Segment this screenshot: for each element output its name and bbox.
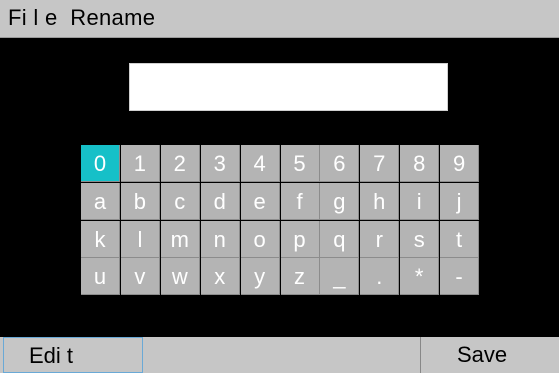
key-k[interactable]: k (81, 220, 120, 258)
edit-button-label: Edi t (29, 343, 74, 368)
key-x[interactable]: x (200, 258, 240, 296)
key-b[interactable]: b (120, 182, 160, 220)
key-o[interactable]: o (240, 220, 280, 258)
key-g[interactable]: g (320, 182, 360, 220)
key-y[interactable]: y (240, 258, 280, 296)
key-asterisk[interactable]: * (400, 258, 440, 296)
key-r[interactable]: r (360, 220, 400, 258)
key-s[interactable]: s (400, 220, 440, 258)
key-1[interactable]: 1 (120, 145, 160, 182)
key-d[interactable]: d (200, 182, 240, 220)
key-9[interactable]: 9 (440, 145, 480, 182)
key-a[interactable]: a (81, 182, 120, 220)
key-z[interactable]: z (280, 258, 320, 296)
key-c[interactable]: c (160, 182, 200, 220)
key-p[interactable]: p (280, 220, 320, 258)
key-n[interactable]: n (200, 220, 240, 258)
key-l[interactable]: l (120, 220, 160, 258)
edit-button[interactable]: Edi t (3, 337, 143, 373)
file-rename-screen: Fi l e Rename 0123456789 abcdefghij klmnop… (0, 0, 559, 373)
key-v[interactable]: v (120, 258, 160, 296)
key-m[interactable]: m (160, 220, 200, 258)
key-t[interactable]: t (440, 220, 480, 258)
key-w[interactable]: w (160, 258, 200, 296)
key-h[interactable]: h (360, 182, 400, 220)
title-bar: Fi l e Rename (0, 0, 559, 38)
on-screen-keyboard: 0 1 2 3 4 5 6 7 8 9 a b c d e f g h i j k l m n o p q r s t u v w x y z _. * - (81, 145, 480, 296)
key-3[interactable]: 3 (200, 145, 240, 182)
key-dash[interactable]: - (440, 258, 480, 296)
key-2[interactable]: 2 (160, 145, 200, 182)
key-7[interactable]: 7 (360, 145, 400, 182)
key-i[interactable]: i (400, 182, 440, 220)
key-0[interactable]: 0 (81, 145, 120, 182)
key-underscore[interactable]: _ (320, 258, 360, 296)
page-title: Fi l e Rename (8, 5, 156, 30)
key-u[interactable]: u (81, 258, 120, 296)
softkey-bar: Edi t Save (0, 337, 559, 373)
key-e[interactable]: e (240, 182, 280, 220)
key-j[interactable]: j (440, 182, 480, 220)
key-6[interactable]: 6 (320, 145, 360, 182)
key-5[interactable]: 5 (280, 145, 320, 182)
key-4[interactable]: 4 (240, 145, 280, 182)
key-dot[interactable]: . (360, 258, 400, 296)
key-q[interactable]: q (320, 220, 360, 258)
key-f[interactable]: f (280, 182, 320, 220)
key-8[interactable]: 8 (400, 145, 440, 182)
save-button-label: Save (457, 342, 508, 367)
filename-input[interactable] (129, 63, 448, 111)
save-button[interactable]: Save (420, 337, 559, 373)
